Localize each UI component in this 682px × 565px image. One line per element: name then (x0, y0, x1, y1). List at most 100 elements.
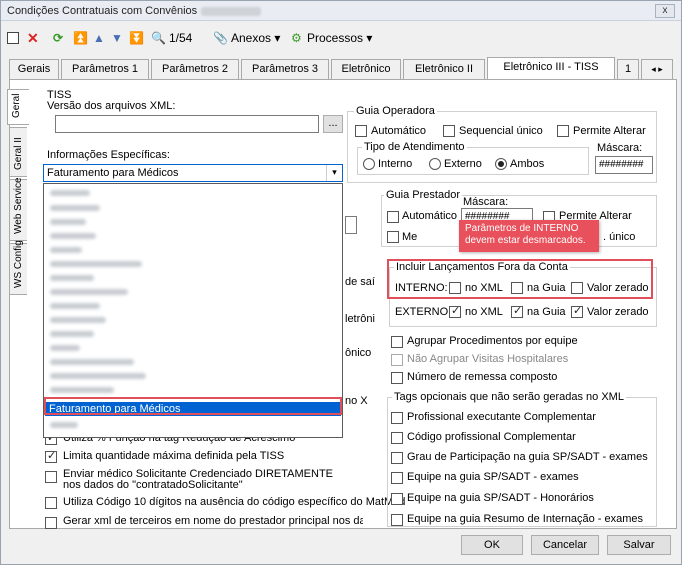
radio-externo-label: Externo (444, 158, 482, 170)
partial-label-x: no X (345, 395, 368, 407)
interno-highlight (387, 259, 653, 299)
remessa-checkbox[interactable] (391, 372, 403, 384)
delete-icon[interactable]: ✕ (27, 29, 39, 47)
externo-zerado-label: Valor zerado (587, 306, 649, 318)
vtab-web-service[interactable]: Web Service (9, 177, 27, 241)
chevron-down-icon[interactable]: ▾ (326, 165, 342, 181)
ok-button[interactable]: OK (461, 535, 523, 555)
tag-checkbox-1[interactable] (391, 412, 403, 424)
tag-checkbox-5[interactable] (391, 493, 403, 505)
footer: OK Cancelar Salvar (1, 531, 681, 565)
vtab-geral[interactable]: Geral (7, 89, 29, 125)
guia-operadora-title: Guia Operadora (354, 105, 437, 117)
tab-scroll-arrows[interactable]: ◂ ▸ (641, 59, 673, 79)
externo-naguia-label: na Guia (527, 306, 566, 318)
process-icon[interactable]: ⚙ (291, 29, 302, 47)
vtab-geral-2[interactable]: Geral II (9, 127, 27, 177)
enviar-label: Enviar médico Solicitante Credenciado DI… (63, 468, 334, 491)
externo-naguia-checkbox[interactable] (511, 304, 523, 318)
op-mascara-label: Máscara: (597, 142, 643, 154)
tab-parametros-3[interactable]: Parâmetros 3 (241, 59, 329, 79)
op-sequencial-checkbox[interactable] (443, 125, 455, 137)
partial-label-eletroni: letrôni (345, 313, 375, 325)
pr-automatico-label: Automático (402, 210, 458, 222)
enviar-checkbox[interactable] (45, 471, 57, 483)
previous-record-icon[interactable]: ▲ (93, 29, 105, 47)
browse-button[interactable]: ... (323, 115, 343, 133)
tag-label-4: Equipe na guia SP/SADT - exames (407, 471, 579, 483)
agrupar-label: Agrupar Procedimentos por equipe (407, 335, 578, 347)
radio-externo[interactable] (429, 158, 441, 170)
op-automatico-checkbox[interactable] (355, 125, 367, 137)
guia-prestador-title: Guia Prestador (384, 189, 462, 201)
op-mascara-input[interactable]: ######## (595, 156, 653, 174)
tag-label-3: Grau de Participação na guia SP/SADT - e… (407, 451, 648, 463)
limita-checkbox[interactable] (45, 449, 57, 463)
agrupar-checkbox[interactable] (391, 336, 403, 348)
nao-agrupar-label: Não Agrupar Visitas Hospitalares (407, 353, 569, 365)
radio-ambos-label: Ambos (510, 158, 545, 170)
first-record-icon[interactable]: ⏫ (73, 29, 88, 47)
tag-label-5: Equipe na guia SP/SADT - Honorários (407, 492, 594, 504)
tab-parametros-2[interactable]: Parâmetros 2 (151, 59, 239, 79)
pr-mascara-label: Máscara: (463, 196, 509, 208)
window-title: Condições Contratuais com Convênios (7, 5, 262, 17)
radio-ambos[interactable] (495, 158, 507, 170)
nao-agrupar-checkbox[interactable] (391, 354, 403, 366)
warning-tooltip: Parâmetros de INTERNO devem estar desmar… (459, 220, 599, 252)
tag-checkbox-4[interactable] (391, 472, 403, 484)
tag-checkbox-2[interactable] (391, 432, 403, 444)
record-counter: 1/54 (169, 31, 193, 45)
find-icon[interactable]: 🔍 (151, 29, 166, 47)
cancel-button[interactable]: Cancelar (531, 535, 599, 555)
xml-version-input[interactable] (55, 115, 319, 133)
op-permite-checkbox[interactable] (557, 125, 569, 137)
tag-label-1: Profissional executante Complementar (407, 411, 596, 423)
processos-menu[interactable]: Processos ▾ (307, 29, 372, 47)
attachment-icon[interactable]: 📎 (213, 29, 228, 47)
tab-eletronico-2[interactable]: Eletrônico II (403, 59, 485, 79)
partial-input[interactable] (345, 216, 357, 234)
next-record-icon[interactable]: ▼ (111, 29, 123, 47)
vtab-ws-config[interactable]: WS Config (9, 240, 27, 295)
close-button[interactable]: x (655, 4, 675, 18)
tab-eletronico-3-tiss[interactable]: Eletrônico III - TISS (487, 57, 615, 79)
externo-noxml-checkbox[interactable] (449, 304, 461, 318)
tag-checkbox-6[interactable] (391, 514, 403, 526)
new-document-icon[interactable] (7, 32, 19, 44)
op-permite-label: Permite Alterar (573, 125, 646, 137)
toolbar: ✕ ⟳ ⏫ ▲ ▼ ⏬ 🔍 1/54 📎 Anexos ▾ ⚙ Processo… (1, 25, 681, 51)
save-button[interactable]: Salvar (607, 535, 671, 555)
pr-me-checkbox[interactable] (387, 231, 399, 243)
codigo10-checkbox[interactable] (45, 497, 57, 509)
specific-info-select[interactable]: Faturamento para Médicos ▾ (43, 164, 343, 182)
tab-parametros-1[interactable]: Parâmetros 1 (61, 59, 149, 79)
partial-label-de-sai: de saí (345, 276, 375, 288)
tag-checkbox-3[interactable] (391, 452, 403, 464)
pr-me-label: Me (402, 231, 418, 243)
tab-eletronico[interactable]: Eletrônico (331, 59, 401, 79)
externo-zerado-checkbox[interactable] (571, 304, 583, 318)
externo-label: EXTERNO: (395, 306, 452, 318)
tipo-atendimento-title: Tipo de Atendimento (362, 141, 467, 153)
op-sequencial-label: Sequencial único (459, 125, 543, 137)
codigo10-label: Utiliza Código 10 dígitos na ausência do… (63, 496, 406, 508)
refresh-icon[interactable]: ⟳ (53, 29, 63, 47)
last-record-icon[interactable]: ⏬ (129, 29, 144, 47)
tab-gerais[interactable]: Gerais (9, 59, 59, 79)
limita-label: Limita quantidade máxima definida pela T… (63, 450, 285, 462)
anexos-menu[interactable]: Anexos ▾ (231, 29, 280, 47)
tag-label-6: Equipe na guia Resumo de Internação - ex… (407, 513, 644, 525)
gerar-checkbox[interactable] (45, 517, 57, 529)
pr-automatico-checkbox[interactable] (387, 211, 399, 223)
radio-interno[interactable] (363, 158, 375, 170)
tab-overflow[interactable]: 1 (617, 59, 639, 79)
tag-label-2: Código profissional Complementar (407, 431, 576, 443)
specific-info-value: Faturamento para Médicos (47, 167, 179, 179)
partial-label-onico: ônico (345, 347, 372, 359)
tags-opcionais-title: Tags opcionais que não serão geradas no … (392, 391, 626, 403)
window: Condições Contratuais com Convênios x ✕ … (0, 0, 682, 565)
main-tabs: Gerais Parâmetros 1 Parâmetros 2 Parâmet… (9, 57, 677, 79)
xml-version-label: Versão dos arquivos XML: (47, 100, 176, 112)
pr-unico-label: . único (603, 231, 636, 243)
